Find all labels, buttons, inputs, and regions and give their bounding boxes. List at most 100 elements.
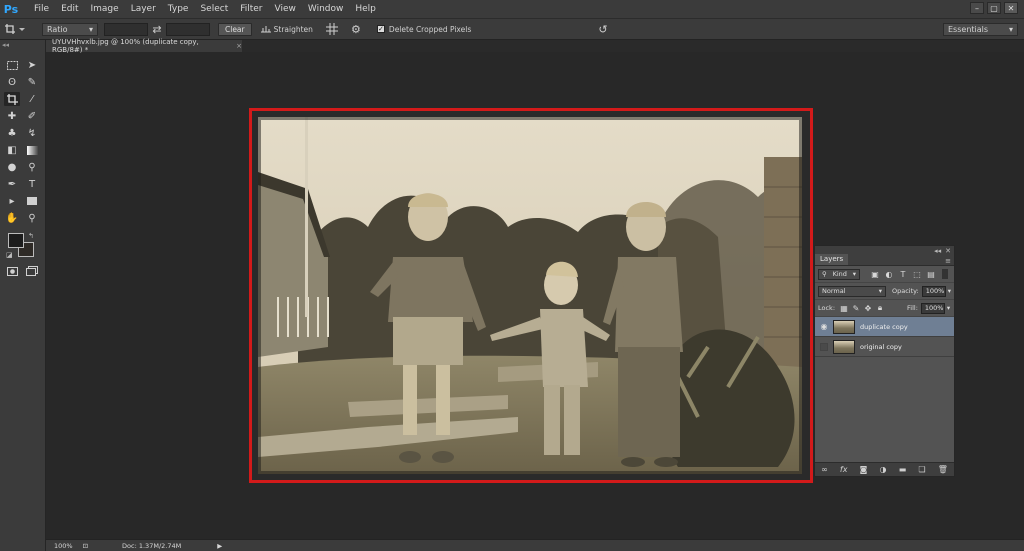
grid-overlay-icon[interactable] <box>323 23 341 35</box>
default-colors-icon[interactable]: ◪ <box>6 251 13 259</box>
collapse-panel-icon[interactable]: ◂◂ <box>934 247 941 255</box>
toolbox: ◂◂ ➤ ʘ ✎ ⁄ ✚ ✐ ♣ ↯ ◧ ● ⚲ ✒ T ▸ ✋ ⚲ ↰ ◪ <box>0 40 46 551</box>
adjustment-icon[interactable]: ◑ <box>880 465 887 474</box>
gear-icon[interactable]: ⚙ <box>347 23 365 36</box>
status-menu-arrow-icon[interactable]: ▶ <box>217 542 222 550</box>
tab-layers[interactable]: Layers <box>815 254 849 265</box>
close-button[interactable]: ✕ <box>1004 2 1018 14</box>
crop-selection-border[interactable] <box>249 108 813 483</box>
blend-opacity-row: Normal ▾ Opacity: 100% ▾ <box>815 283 954 300</box>
close-tab-icon[interactable]: × <box>236 42 242 50</box>
menu-file[interactable]: File <box>28 0 55 18</box>
dodge-tool-icon[interactable]: ⚲ <box>24 160 40 174</box>
vintage-photo-image <box>258 117 802 474</box>
lock-transparent-icon[interactable]: ▦ <box>839 304 849 313</box>
ratio-height-input[interactable] <box>166 22 210 36</box>
swap-colors-icon[interactable]: ↰ <box>28 232 34 240</box>
opacity-dropdown-icon[interactable]: ▾ <box>948 287 951 295</box>
clear-button[interactable]: Clear <box>218 22 252 36</box>
marquee-tool-icon[interactable] <box>4 58 20 72</box>
lock-all-icon[interactable]: 🔒︎ <box>875 303 885 313</box>
smart-object-filter-icon[interactable]: ▤ <box>926 270 936 279</box>
eraser-tool-icon[interactable]: ◧ <box>4 143 20 157</box>
menu-window[interactable]: Window <box>302 0 350 18</box>
healing-brush-tool-icon[interactable]: ✚ <box>4 109 20 123</box>
pixel-filter-icon[interactable]: ▣ <box>870 270 880 279</box>
fill-label: Fill: <box>907 304 918 312</box>
menu-edit[interactable]: Edit <box>55 0 84 18</box>
straighten-label[interactable]: Straighten <box>274 25 313 34</box>
opacity-input[interactable]: 100% <box>921 285 946 297</box>
hand-tool-icon[interactable]: ✋ <box>4 211 20 225</box>
clone-stamp-tool-icon[interactable]: ♣ <box>4 126 20 140</box>
layer-row-duplicate-copy[interactable]: ◉ duplicate copy <box>815 317 954 337</box>
move-tool-icon[interactable]: ➤ <box>24 58 40 72</box>
zoom-level[interactable]: 100% <box>54 542 73 550</box>
blend-mode-select[interactable]: Normal ▾ <box>818 285 886 297</box>
new-layer-icon[interactable]: ❏ <box>918 465 925 474</box>
menu-type[interactable]: Type <box>162 0 195 18</box>
crop-tool-preset-icon[interactable] <box>0 23 30 35</box>
adjustment-filter-icon[interactable]: ◐ <box>884 270 894 279</box>
straighten-icon[interactable] <box>258 24 274 34</box>
type-filter-icon[interactable]: T <box>898 270 908 279</box>
type-tool-icon[interactable]: T <box>24 177 40 191</box>
delete-cropped-option[interactable]: ✓ Delete Cropped Pixels <box>376 25 471 34</box>
eyedropper-tool-icon[interactable]: ⁄ <box>24 92 40 106</box>
layer-name[interactable]: duplicate copy <box>860 323 908 331</box>
gradient-tool-icon[interactable] <box>24 143 40 157</box>
options-bar: Ratio ▾ ⇄ Clear Straighten ⚙ ✓ Delete Cr… <box>0 18 1024 40</box>
history-brush-tool-icon[interactable]: ↯ <box>24 126 40 140</box>
path-selection-tool-icon[interactable]: ▸ <box>4 194 20 208</box>
proof-icon[interactable]: ⊡ <box>83 542 88 550</box>
cancel-crop-icon[interactable]: ↺ <box>596 23 610 36</box>
maximize-button[interactable]: ▢ <box>987 2 1001 14</box>
delete-cropped-checkbox[interactable]: ✓ <box>376 25 385 33</box>
panel-menu-icon[interactable]: ≡ <box>945 257 954 265</box>
brush-tool-icon[interactable]: ✐ <box>24 109 40 123</box>
rectangle-tool-icon[interactable] <box>24 194 40 208</box>
ratio-width-input[interactable] <box>104 22 148 36</box>
lock-image-icon[interactable]: ✎ <box>851 304 861 313</box>
document-tab[interactable]: UYUVHhvxlb.jpg @ 100% (duplicate copy, R… <box>46 38 242 54</box>
screen-mode-icon[interactable] <box>24 264 40 278</box>
eye-icon[interactable]: ◉ <box>815 322 833 331</box>
foreground-color-swatch[interactable] <box>8 233 24 248</box>
pen-tool-icon[interactable]: ✒ <box>4 177 20 191</box>
layer-name[interactable]: original copy <box>860 343 902 351</box>
minimize-button[interactable]: – <box>970 2 984 14</box>
opacity-label: Opacity: <box>892 287 919 295</box>
mask-icon[interactable]: ◙ <box>860 465 868 474</box>
close-panel-icon[interactable]: ✕ <box>945 247 951 255</box>
crop-tool-icon[interactable] <box>4 92 20 106</box>
menu-image[interactable]: Image <box>85 0 125 18</box>
fill-input[interactable]: 100% <box>920 302 945 314</box>
collapse-arrows-icon[interactable]: ◂◂ <box>2 41 9 49</box>
shape-filter-icon[interactable]: ⬚ <box>912 270 922 279</box>
visibility-toggle[interactable] <box>820 342 828 351</box>
filter-toggle[interactable] <box>942 269 948 279</box>
fill-dropdown-icon[interactable]: ▾ <box>947 304 950 312</box>
zoom-tool-icon[interactable]: ⚲ <box>24 211 40 225</box>
ratio-select[interactable]: Ratio ▾ <box>42 22 98 36</box>
trash-icon[interactable]: 🗑︎ <box>938 465 948 474</box>
window-controls: – ▢ ✕ <box>970 2 1018 14</box>
quick-selection-tool-icon[interactable]: ✎ <box>24 75 40 89</box>
link-icon[interactable]: ∞ <box>821 465 828 474</box>
swap-icon[interactable]: ⇄ <box>148 23 166 36</box>
menu-filter[interactable]: Filter <box>234 0 268 18</box>
menu-view[interactable]: View <box>269 0 302 18</box>
folder-icon[interactable]: ▬ <box>899 465 907 474</box>
workspace-select[interactable]: Essentials ▾ <box>943 22 1018 36</box>
quick-mask-icon[interactable] <box>4 264 20 278</box>
lasso-tool-icon[interactable]: ʘ <box>4 75 20 89</box>
menu-help[interactable]: Help <box>349 0 382 18</box>
fx-icon[interactable]: fx <box>840 465 848 474</box>
layer-row-original-copy[interactable]: original copy <box>815 337 954 357</box>
blur-tool-icon[interactable]: ● <box>4 160 20 174</box>
kind-filter-select[interactable]: ⚲ Kind ▾ <box>818 268 860 280</box>
menu-layer[interactable]: Layer <box>125 0 162 18</box>
lock-position-icon[interactable]: ✥ <box>863 304 873 313</box>
document-canvas-photo[interactable] <box>258 117 802 474</box>
menu-select[interactable]: Select <box>194 0 234 18</box>
